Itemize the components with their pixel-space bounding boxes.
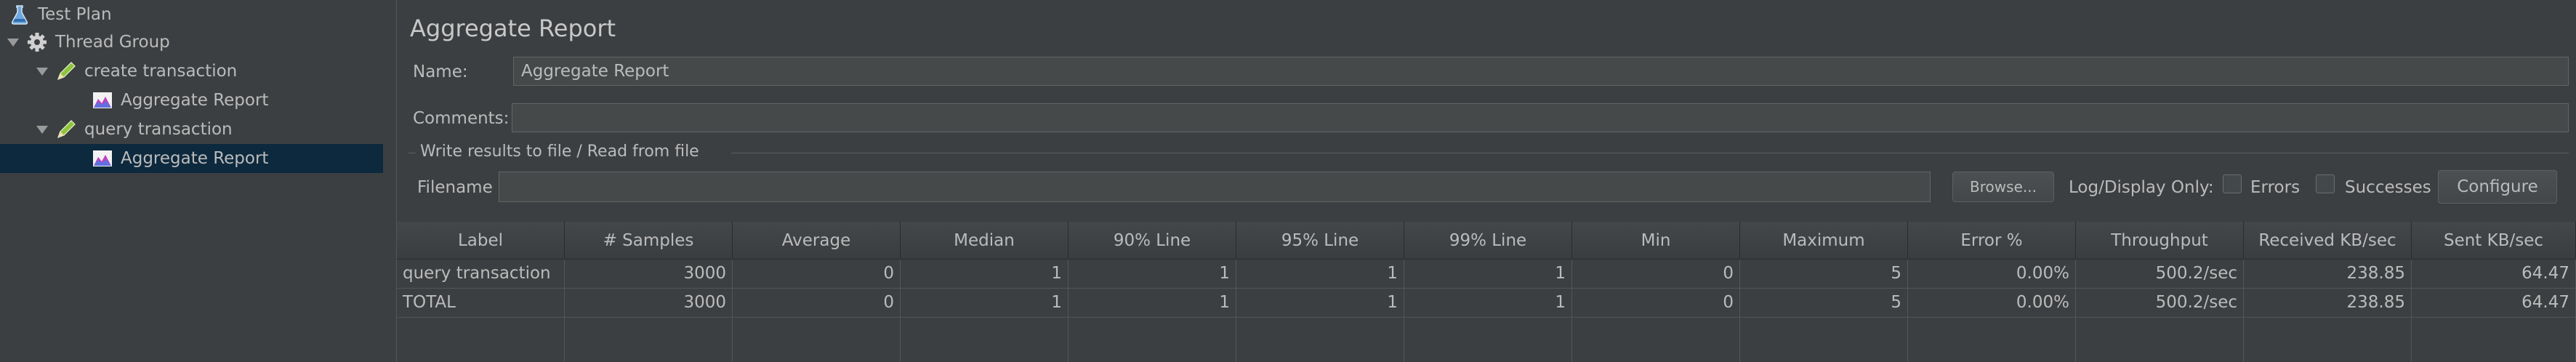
table-cell: 1 — [901, 260, 1068, 289]
tree-item-create-transaction[interactable]: create transaction — [0, 57, 383, 86]
tree-item-query-transaction[interactable]: query transaction — [0, 115, 383, 144]
test-plan-tree[interactable]: Test Plan Thread Group create transactio… — [0, 0, 384, 362]
table-cell: TOTAL — [397, 289, 565, 318]
tree-item-label: create transaction — [84, 62, 238, 81]
column-header[interactable]: Average — [733, 222, 901, 260]
configure-button[interactable]: Configure — [2438, 170, 2557, 204]
successes-label: Successes — [2345, 178, 2431, 197]
table-cell: 64.47 — [2412, 260, 2576, 289]
chart-icon — [92, 148, 113, 169]
expand-arrow-icon[interactable] — [7, 38, 19, 47]
table-cell: 0 — [733, 260, 901, 289]
results-table[interactable]: Label # Samples Average Median 90% Line … — [397, 222, 2576, 362]
table-row[interactable]: TOTAL 3000 0 1 1 1 1 0 5 0.00% 500.2/sec… — [397, 289, 2576, 318]
tree-item-label: Aggregate Report — [121, 149, 269, 168]
column-header[interactable]: Maximum — [1740, 222, 1908, 260]
table-cell: 238.85 — [2244, 260, 2412, 289]
comments-label: Comments: — [413, 109, 510, 128]
tree-item-test-plan[interactable]: Test Plan — [0, 0, 383, 29]
column-header[interactable]: Throughput — [2076, 222, 2244, 260]
errors-checkbox[interactable] — [2223, 174, 2242, 193]
column-header[interactable]: 90% Line — [1068, 222, 1236, 260]
table-cell: 5 — [1740, 260, 1908, 289]
filename-field[interactable] — [499, 172, 1931, 202]
table-cell: 0 — [733, 289, 901, 318]
table-header: Label # Samples Average Median 90% Line … — [397, 222, 2576, 260]
table-cell: 0.00% — [1908, 260, 2076, 289]
table-row[interactable]: query transaction 3000 0 1 1 1 1 0 5 0.0… — [397, 260, 2576, 289]
table-cell: 1 — [1236, 260, 1404, 289]
expand-arrow-icon[interactable] — [36, 125, 48, 134]
write-results-title: Write results to file / Read from file — [420, 142, 699, 161]
table-cell: 0 — [1572, 289, 1740, 318]
table-cell: 238.85 — [2244, 289, 2412, 318]
expand-arrow-icon[interactable] — [36, 67, 48, 76]
table-cell: 1 — [901, 289, 1068, 318]
column-header[interactable]: Received KB/sec — [2244, 222, 2412, 260]
table-cell: query transaction — [397, 260, 565, 289]
column-header[interactable]: Min — [1572, 222, 1740, 260]
browse-button[interactable]: Browse... — [1952, 172, 2054, 202]
table-cell: 500.2/sec — [2076, 289, 2244, 318]
flask-icon — [9, 4, 31, 25]
comments-field[interactable] — [512, 103, 2569, 132]
tree-item-label: Aggregate Report — [121, 91, 269, 110]
table-cell: 1 — [1068, 289, 1236, 318]
column-header[interactable]: Sent KB/sec — [2412, 222, 2576, 260]
column-header[interactable]: # Samples — [565, 222, 733, 260]
table-cell: 0.00% — [1908, 289, 2076, 318]
column-header[interactable]: 95% Line — [1236, 222, 1404, 260]
errors-label: Errors — [2250, 178, 2301, 197]
pen-icon — [55, 60, 77, 82]
tree-item-aggregate-report-1[interactable]: Aggregate Report — [0, 86, 383, 115]
gear-icon — [26, 31, 48, 53]
table-cell: 3000 — [565, 260, 733, 289]
empty-table-area — [397, 318, 2576, 362]
tree-item-label: query transaction — [84, 120, 233, 139]
table-cell: 500.2/sec — [2076, 260, 2244, 289]
tree-item-thread-group[interactable]: Thread Group — [0, 28, 383, 57]
column-header[interactable]: Median — [901, 222, 1068, 260]
successes-checkbox[interactable] — [2316, 174, 2335, 193]
column-header[interactable]: Label — [397, 222, 565, 260]
table-cell: 64.47 — [2412, 289, 2576, 318]
name-field[interactable]: Aggregate Report — [513, 57, 2569, 86]
tree-item-label: Test Plan — [38, 5, 112, 24]
table-cell: 1 — [1404, 289, 1572, 318]
table-cell: 1 — [1068, 260, 1236, 289]
table-cell: 0 — [1572, 260, 1740, 289]
chart-icon — [92, 89, 113, 111]
table-cell: 3000 — [565, 289, 733, 318]
filename-label: Filename — [417, 178, 493, 197]
table-cell: 5 — [1740, 289, 1908, 318]
pen-icon — [55, 118, 77, 140]
table-cell: 1 — [1404, 260, 1572, 289]
log-display-label: Log/Display Only: — [2069, 178, 2214, 197]
column-header[interactable]: Error % — [1908, 222, 2076, 260]
tree-item-aggregate-report-2[interactable]: Aggregate Report — [0, 144, 383, 173]
table-cell: 1 — [1236, 289, 1404, 318]
splitter[interactable] — [383, 0, 397, 362]
name-label: Name: — [413, 63, 468, 81]
page-title: Aggregate Report — [410, 15, 616, 42]
tree-item-label: Thread Group — [55, 33, 170, 52]
column-header[interactable]: 99% Line — [1404, 222, 1572, 260]
